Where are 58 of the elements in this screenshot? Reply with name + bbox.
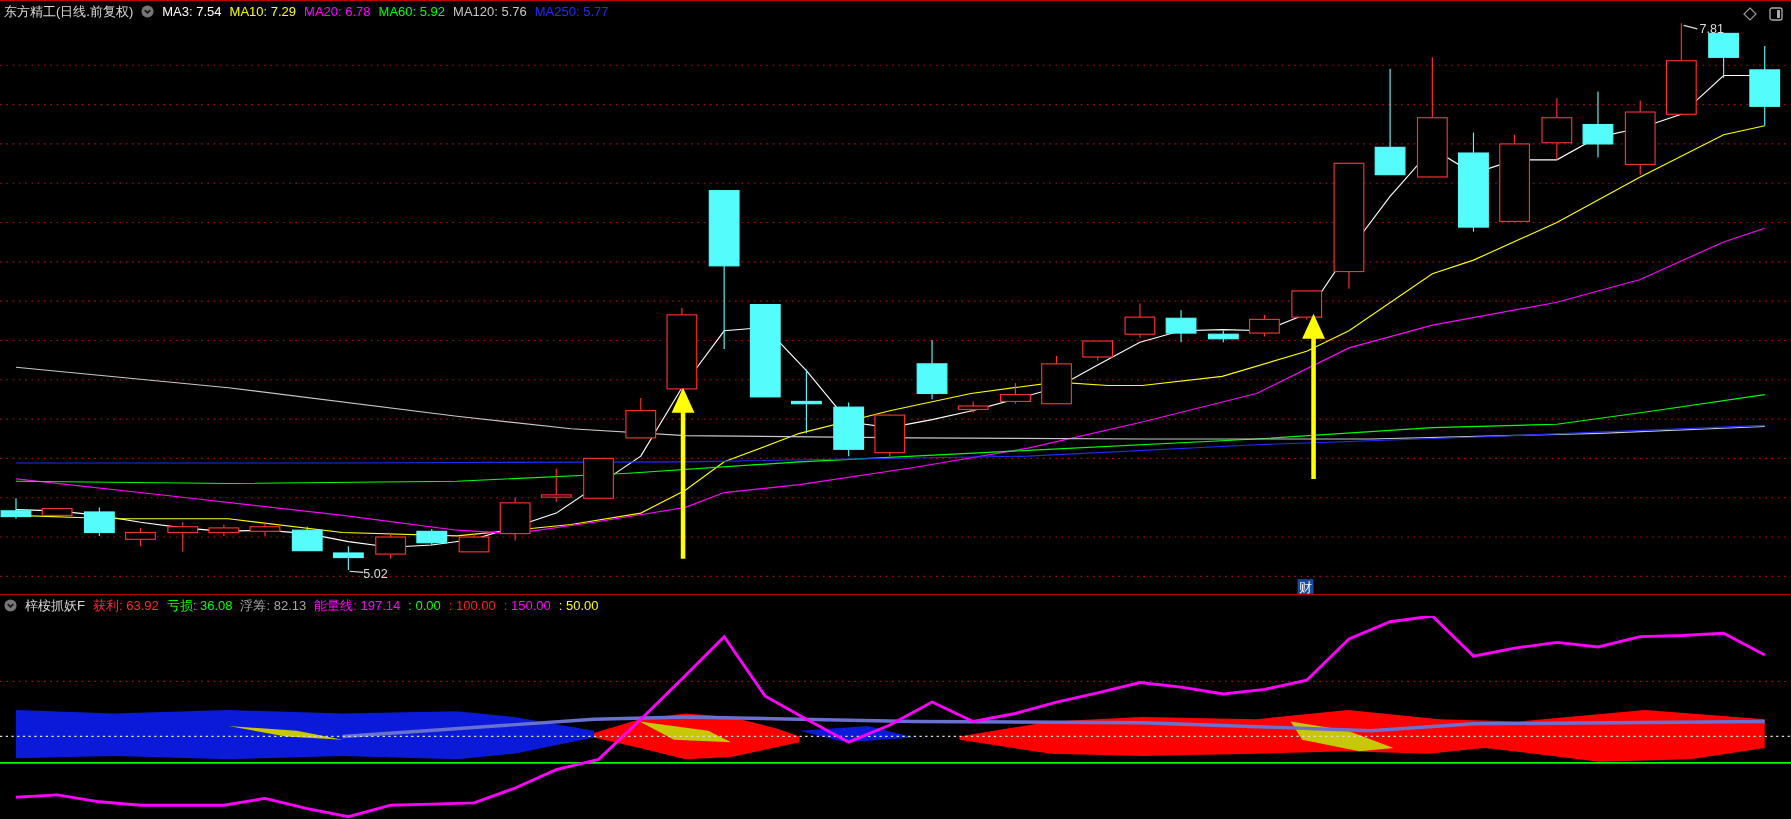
indicator-value: MA10: 7.29 [229,4,297,19]
candlestick [291,526,323,552]
candlestick [833,402,865,457]
leader-line [348,570,364,573]
indicator-value: : 100.00 [448,598,496,613]
indicator-value: 浮筹: 82.13 [240,596,307,615]
indicator-value: MA3: 7.54 [162,4,222,19]
candlestick [1708,32,1740,79]
indicator-value: 亏损: 36.08 [166,596,233,615]
candlestick [1000,382,1031,405]
candlestick [540,468,572,503]
panel-toggle-icon[interactable] [1769,7,1783,21]
candlestick [1541,97,1573,161]
candlestick [583,457,614,499]
candlestick [957,400,989,414]
candlestick [1582,90,1614,159]
candlestick [499,496,531,542]
candlestick [1082,340,1114,361]
candlestick [1249,314,1280,338]
candlestick [332,545,364,571]
leader-line [1683,24,1698,30]
indicator-value: : 150.00 [503,598,551,613]
finance-marker-background [1297,579,1314,594]
dropdown-icon[interactable] [4,599,17,612]
finance-marker[interactable]: 财 [1298,580,1312,594]
candlestick [125,527,156,547]
candlestick [83,506,115,537]
candlestick [249,521,281,537]
candlestick [416,528,448,546]
indicator-value: : 0.00 [408,598,441,613]
candlestick [1041,355,1072,405]
chart-title: 东方精工(日线.前复权) [4,2,134,21]
candlestick [1291,290,1323,320]
dropdown-icon[interactable] [141,5,155,18]
high-price-label: 7.81 [1699,22,1725,37]
candlestick [0,497,32,520]
candlestick [625,397,657,439]
candlestick [458,533,490,553]
candlestick [916,339,948,400]
candlestick [167,521,199,553]
indicator-title: 梓桉抓妖F [25,596,85,615]
indicator-value: : 50.00 [558,598,599,613]
candlestick [41,507,73,516]
candlestick [791,368,822,434]
indicator-value: MA60: 5.92 [378,4,446,19]
indicator-value: MA120: 5.76 [453,4,527,19]
diamond-icon[interactable] [1743,7,1757,21]
indicator-value: MA20: 6.78 [304,4,371,19]
indicator-value: 获利: 63.92 [92,596,159,615]
candlestick [1207,330,1239,343]
candlestick [874,414,906,457]
candlestick [375,533,407,560]
indicator-value: 能量线: 197.14 [314,596,401,615]
indicator-value: MA250: 5.77 [534,4,609,19]
candlestick [208,523,240,537]
low-price-label: 5.02 [363,567,388,582]
candlestick [1165,309,1197,343]
candlestick [1124,302,1156,339]
